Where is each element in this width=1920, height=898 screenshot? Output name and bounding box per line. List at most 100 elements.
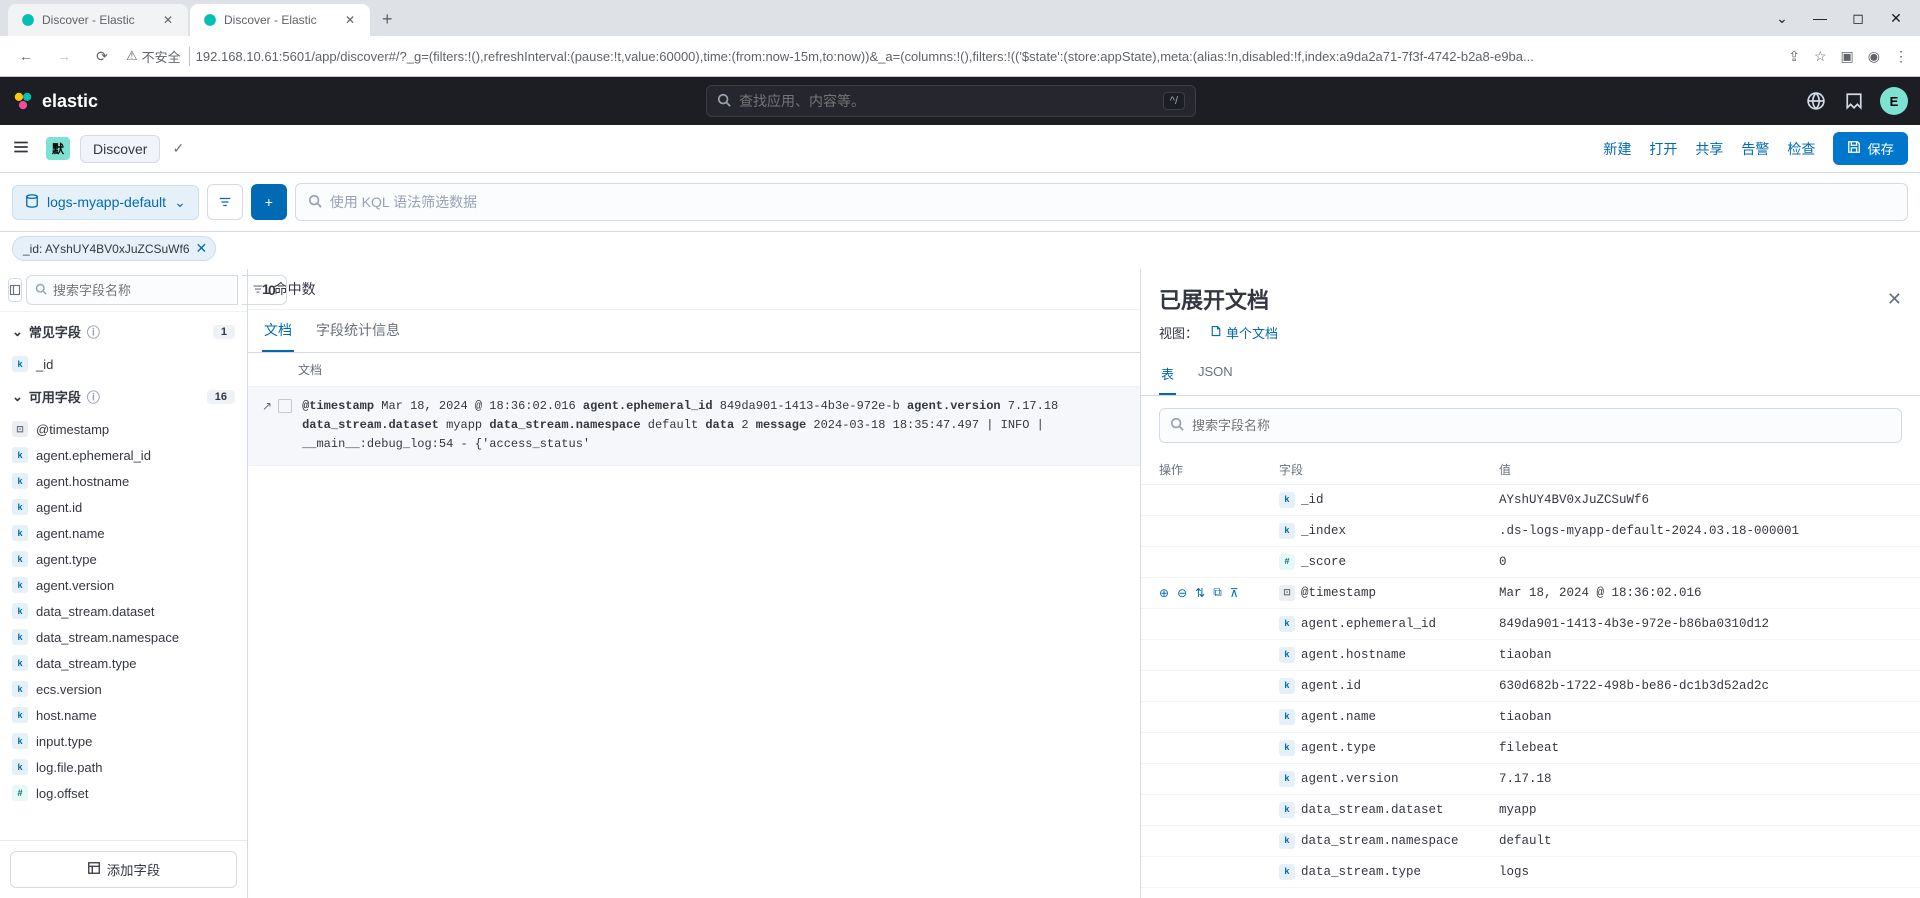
new-button[interactable]: 新建 (1603, 139, 1631, 159)
filter-out-icon[interactable]: ⊖ (1177, 586, 1187, 601)
field-filter-button[interactable]: 0 (242, 275, 287, 305)
flyout-field-row[interactable]: ⊕ ⊖ ⇅ ⧉ ⊼ k agent.ephemeral_id 849da901-… (1141, 609, 1920, 640)
forward-button[interactable]: → (50, 42, 78, 70)
selected-fields-header[interactable]: ⌄ 常见字段 ⓘ 1 (0, 312, 247, 351)
back-button[interactable]: ← (12, 42, 40, 70)
flyout-field-row[interactable]: ⊕ ⊖ ⇅ ⧉ ⊼ ⊡ @timestamp Mar 18, 2024 @ 18… (1141, 578, 1920, 609)
flyout-field-row[interactable]: ⊕ ⊖ ⇅ ⧉ ⊼ k data_stream.namespace defaul… (1141, 826, 1920, 857)
close-flyout-button[interactable]: ✕ (1887, 289, 1902, 310)
user-avatar[interactable]: E (1880, 87, 1908, 115)
field-name: agent.id (1301, 679, 1361, 693)
database-icon (25, 194, 39, 211)
field-item[interactable]: ⊡@timestamp (8, 416, 239, 442)
menu-icon[interactable]: ⋮ (1894, 48, 1908, 65)
field-item[interactable]: kdata_stream.namespace (8, 624, 239, 650)
field-item[interactable]: khost.name (8, 702, 239, 728)
profile-icon[interactable]: ◉ (1868, 48, 1880, 65)
field-item[interactable]: kagent.name (8, 520, 239, 546)
browser-tab-0[interactable]: Discover - Elastic ✕ (8, 4, 188, 36)
share-button[interactable]: 共享 (1695, 139, 1723, 159)
alert-button[interactable]: 告警 (1741, 139, 1769, 159)
field-item[interactable]: kagent.id (8, 494, 239, 520)
hamburger-icon[interactable] (12, 138, 36, 159)
elastic-logo[interactable]: elastic (12, 90, 98, 112)
add-filter-button[interactable]: + (251, 184, 287, 220)
tab-field-stats[interactable]: 字段统计信息 (314, 310, 402, 352)
field-type-icon: # (12, 785, 28, 801)
toggle-column-icon[interactable]: ⇅ (1195, 586, 1205, 601)
flyout-tab-table[interactable]: 表 (1159, 354, 1176, 395)
field-item[interactable]: kagent.hostname (8, 468, 239, 494)
document-flyout: 已展开文档 ✕ 视图： 单个文档 表 JSON 操作 字段 值 ⊕ (1140, 269, 1920, 898)
new-tab-button[interactable]: + (372, 3, 403, 36)
url-bar[interactable]: ⚠ 不安全 192.168.10.61:5601/app/discover#/?… (126, 47, 1778, 66)
available-fields-header[interactable]: ⌄ 可用字段 ⓘ 16 (0, 377, 247, 416)
close-window-button[interactable]: ✕ (1882, 4, 1910, 32)
field-item[interactable]: kinput.type (8, 728, 239, 754)
flyout-field-search[interactable] (1159, 408, 1902, 443)
save-button[interactable]: 保存 (1833, 132, 1908, 165)
field-name: @timestamp (1301, 586, 1376, 600)
collapse-sidebar-button[interactable] (8, 278, 22, 302)
share-url-icon[interactable]: ⇪ (1788, 48, 1800, 65)
field-item[interactable]: kdata_stream.dataset (8, 598, 239, 624)
expand-icon[interactable]: ↗ (262, 399, 272, 414)
maximize-button[interactable]: ◻ (1844, 4, 1872, 32)
field-search-input[interactable] (53, 283, 229, 298)
flyout-search-input[interactable] (1192, 418, 1891, 433)
field-item[interactable]: kagent.ephemeral_id (8, 442, 239, 468)
newsfeed-icon[interactable] (1842, 89, 1866, 113)
flyout-field-row[interactable]: ⊕ ⊖ ⇅ ⧉ ⊼ k _index .ds-logs-myapp-defaul… (1141, 516, 1920, 547)
tab-close-0[interactable]: ✕ (160, 12, 176, 28)
field-search[interactable] (26, 275, 238, 305)
search-input[interactable] (739, 93, 1155, 109)
insecure-badge[interactable]: ⚠ 不安全 (126, 47, 190, 66)
flyout-field-row[interactable]: ⊕ ⊖ ⇅ ⧉ ⊼ k data_stream.type logs (1141, 857, 1920, 888)
minimize-button[interactable]: — (1806, 4, 1834, 32)
remove-pill-icon[interactable]: ✕ (196, 240, 208, 257)
add-field-button[interactable]: 添加字段 (10, 851, 237, 888)
open-button[interactable]: 打开 (1649, 139, 1677, 159)
flyout-field-row[interactable]: ⊕ ⊖ ⇅ ⧉ ⊼ # _score 0 (1141, 547, 1920, 578)
document-row[interactable]: ↗ @timestamp Mar 18, 2024 @ 18:36:02.016… (248, 387, 1140, 466)
inspect-button[interactable]: 检查 (1787, 139, 1815, 159)
bookmark-icon[interactable]: ☆ (1814, 48, 1827, 65)
field-type-icon: k (12, 356, 28, 372)
row-checkbox[interactable] (278, 399, 292, 413)
flyout-field-row[interactable]: ⊕ ⊖ ⇅ ⧉ ⊼ k _id AYshUY4BV0xJuZCSuWf6 (1141, 485, 1920, 516)
extensions-icon[interactable]: ▣ (1841, 48, 1854, 65)
flyout-field-row[interactable]: ⊕ ⊖ ⇅ ⧉ ⊼ k agent.hostname tiaoban (1141, 640, 1920, 671)
globe-icon[interactable] (1804, 89, 1828, 113)
chevron-down-icon[interactable]: ⌄ (1768, 4, 1796, 32)
field-name: agent.hostname (1301, 648, 1406, 662)
pin-icon[interactable]: ⊼ (1230, 586, 1239, 601)
field-item[interactable]: kagent.type (8, 546, 239, 572)
browser-tab-1[interactable]: Discover - Elastic ✕ (190, 4, 370, 36)
flyout-field-row[interactable]: ⊕ ⊖ ⇅ ⧉ ⊼ k agent.name tiaoban (1141, 702, 1920, 733)
dataview-selector[interactable]: logs-myapp-default ⌄ (12, 185, 199, 220)
copy-icon[interactable]: ⧉ (1213, 586, 1222, 601)
reload-button[interactable]: ⟳ (88, 42, 116, 70)
space-badge[interactable]: 默 (46, 137, 70, 160)
field-item[interactable]: kdata_stream.type (8, 650, 239, 676)
filter-pill[interactable]: _id: AYshUY4BV0xJuZCSuWf6 ✕ (12, 236, 216, 261)
field-item[interactable]: k_id (8, 351, 239, 377)
single-document-link[interactable]: 单个文档 (1210, 323, 1278, 342)
filter-options-button[interactable] (207, 184, 243, 220)
tab-documents[interactable]: 文档 (262, 310, 294, 352)
field-item[interactable]: kecs.version (8, 676, 239, 702)
filter-for-icon[interactable]: ⊕ (1159, 586, 1169, 601)
kql-search[interactable]: 使用 KQL 语法筛选数据 (295, 183, 1908, 221)
flyout-field-row[interactable]: ⊕ ⊖ ⇅ ⧉ ⊼ k agent.version 7.17.18 (1141, 764, 1920, 795)
flyout-field-row[interactable]: ⊕ ⊖ ⇅ ⧉ ⊼ k data_stream.dataset myapp (1141, 795, 1920, 826)
flyout-field-row[interactable]: ⊕ ⊖ ⇅ ⧉ ⊼ k agent.id 630d682b-1722-498b-… (1141, 671, 1920, 702)
global-search-input[interactable]: ^/ (706, 85, 1196, 117)
field-item[interactable]: kagent.version (8, 572, 239, 598)
flyout-tab-json[interactable]: JSON (1196, 354, 1235, 395)
field-item[interactable]: #log.offset (8, 780, 239, 806)
check-icon[interactable]: ✓ (172, 140, 184, 157)
field-item[interactable]: klog.file.path (8, 754, 239, 780)
tab-close-1[interactable]: ✕ (342, 12, 358, 28)
flyout-field-row[interactable]: ⊕ ⊖ ⇅ ⧉ ⊼ k agent.type filebeat (1141, 733, 1920, 764)
discover-breadcrumb[interactable]: Discover (80, 135, 160, 163)
